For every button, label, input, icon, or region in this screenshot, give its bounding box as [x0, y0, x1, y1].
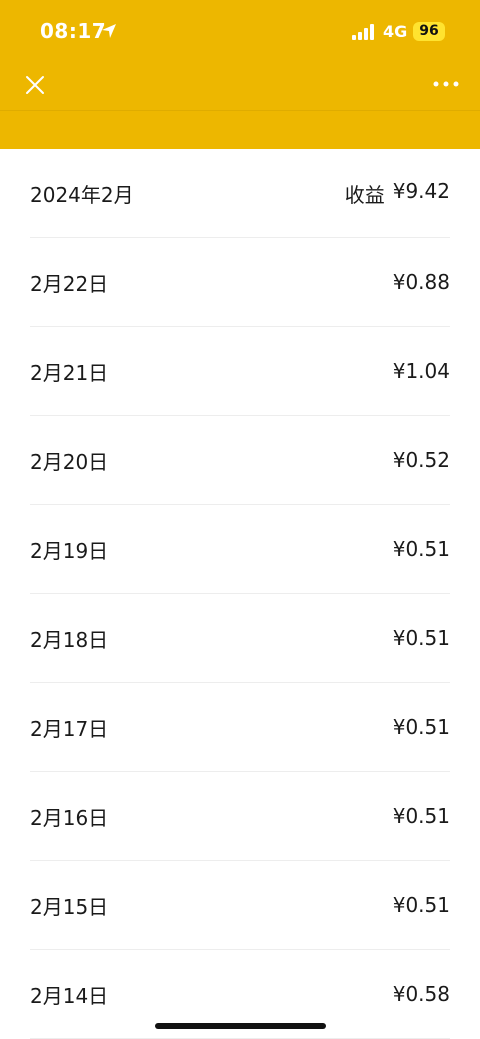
battery-badge: 96	[413, 22, 445, 41]
month-summary-row: 2024年2月 收益 ¥9.42	[30, 149, 450, 238]
list-item-date: 2月14日	[30, 983, 109, 1008]
list-item[interactable]: 2月20日 ¥0.52	[30, 416, 450, 505]
earnings-list: 2024年2月 收益 ¥9.42 2月22日 ¥0.88 2月21日 ¥1.04…	[0, 149, 480, 1039]
nav-divider	[0, 110, 480, 111]
list-item[interactable]: 2月19日 ¥0.51	[30, 505, 450, 594]
month-total: 收益 ¥9.42	[345, 179, 450, 208]
home-indicator[interactable]	[155, 1023, 326, 1029]
list-item-amount: ¥0.51	[392, 804, 450, 828]
list-item-amount: ¥0.51	[392, 715, 450, 739]
list-item-amount: ¥0.58	[392, 982, 450, 1006]
header: 08:17 4G 96	[0, 0, 480, 149]
list-item-date: 2月19日	[30, 538, 109, 563]
list-item[interactable]: 2月16日 ¥0.51	[30, 772, 450, 861]
list-item-date: 2月16日	[30, 805, 109, 830]
list-item-date: 2月15日	[30, 894, 109, 919]
list-item-date: 2月21日	[30, 360, 109, 385]
list-item-date: 2月22日	[30, 271, 109, 296]
list-item-amount: ¥0.51	[392, 626, 450, 650]
more-icon[interactable]	[433, 80, 459, 88]
list-item-date: 2月20日	[30, 449, 109, 474]
list-item-amount: ¥0.51	[392, 537, 450, 561]
network-type: 4G	[383, 22, 408, 41]
list-item[interactable]: 2月22日 ¥0.88	[30, 238, 450, 327]
list-item-date: 2月17日	[30, 716, 109, 741]
list-item[interactable]: 2月17日 ¥0.51	[30, 683, 450, 772]
status-bar: 08:17 4G 96	[0, 0, 480, 64]
list-item-amount: ¥0.52	[392, 448, 450, 472]
list-item-date: 2月18日	[30, 627, 109, 652]
month-label: 2024年2月	[30, 182, 134, 207]
month-total-amount: ¥9.42	[392, 178, 450, 203]
close-icon[interactable]	[24, 74, 46, 96]
cellular-signal-icon	[352, 24, 374, 40]
list-item[interactable]: 2月21日 ¥1.04	[30, 327, 450, 416]
list-item-amount: ¥0.88	[392, 270, 450, 294]
nav-bar	[0, 64, 480, 110]
list-item[interactable]: 2月15日 ¥0.51	[30, 861, 450, 950]
list-item-amount: ¥1.04	[392, 359, 450, 383]
status-time: 08:17	[40, 19, 107, 43]
location-arrow-icon	[102, 24, 116, 38]
earnings-label: 收益	[344, 182, 385, 207]
list-item[interactable]: 2月18日 ¥0.51	[30, 594, 450, 683]
list-item-amount: ¥0.51	[392, 893, 450, 917]
